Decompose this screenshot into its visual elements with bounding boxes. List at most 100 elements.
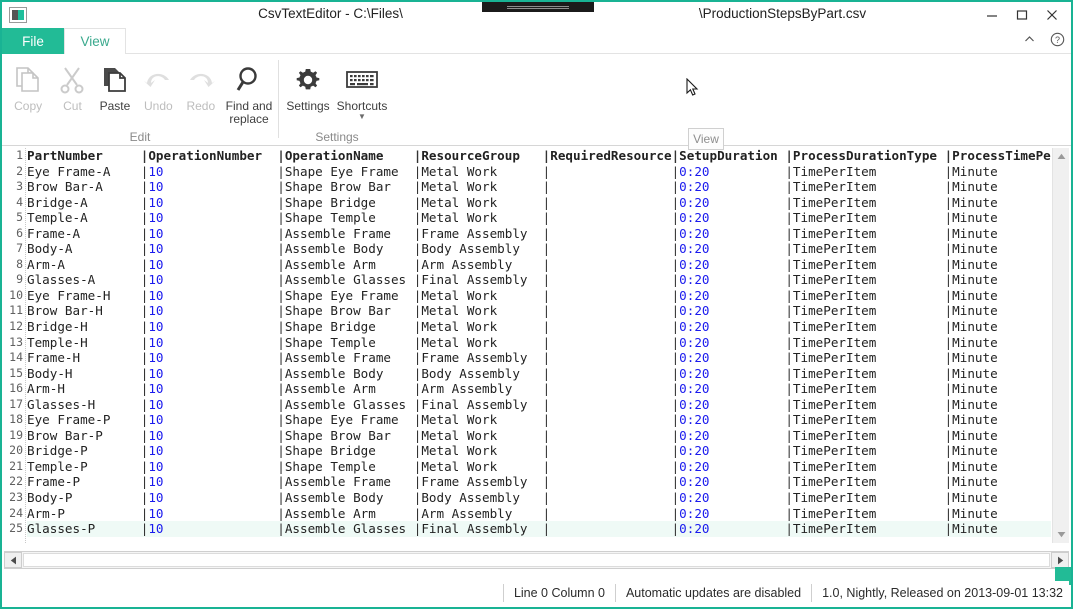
csv-cell: 0:20 [679,163,786,179]
csv-data-row[interactable]: Arm-H |10 |Assemble Arm |Arm Assembly | … [27,381,1051,397]
csv-cell [550,428,671,443]
column-separator: | [277,303,285,319]
csv-data-row[interactable]: Eye Frame-P |10 |Shape Eye Frame |Metal … [27,412,1051,428]
csv-cell: 10 [148,194,278,210]
line-number: 1 [16,148,23,162]
csv-cell: Shape Brow Bar [284,427,414,443]
csv-cell: 0:20 [679,505,786,521]
csv-cell: Eye Frame-H [27,287,141,303]
line-number: 12 [9,319,23,334]
csv-header-row[interactable]: PartNumber |OperationNumber |OperationNa… [27,148,1051,164]
find-and-replace-button[interactable]: Find and replace [222,54,276,126]
column-separator: | [785,521,793,537]
csv-cell: Minute [952,381,998,397]
csv-data-row[interactable]: Bridge-A |10 |Shape Bridge |Metal Work |… [27,195,1051,211]
csv-cell: TimePerItem [792,427,945,443]
csv-cell: Shape Temple [284,210,414,226]
column-separator: | [785,505,793,521]
horizontal-scrollbar[interactable] [4,551,1069,569]
close-button[interactable] [1037,4,1067,26]
csv-data-row[interactable]: Frame-H |10 |Assemble Frame |Frame Assem… [27,350,1051,366]
csv-data-row[interactable]: Arm-A |10 |Assemble Arm |Arm Assembly | … [27,257,1051,273]
csv-data-row[interactable]: Body-H |10 |Assemble Body |Body Assembly… [27,366,1051,382]
column-separator: | [785,458,793,474]
csv-cell: Eye Frame-A [27,163,141,179]
tab-view[interactable]: View [64,28,126,54]
csv-cell: Assemble Frame [284,474,414,490]
csv-data-row[interactable]: Glasses-A |10 |Assemble Glasses |Final A… [27,272,1051,288]
scroll-up-arrow-icon[interactable] [1053,148,1069,165]
csv-data-row[interactable]: Eye Frame-A |10 |Shape Eye Frame |Metal … [27,164,1051,180]
column-separator: | [785,319,793,335]
csv-data-row[interactable]: Frame-A |10 |Assemble Frame |Frame Assem… [27,226,1051,242]
csv-cell: Metal Work [421,287,543,303]
csv-data-row[interactable]: Eye Frame-H |10 |Shape Eye Frame |Metal … [27,288,1051,304]
csv-cell: Arm-A [27,256,141,272]
collapse-ribbon-icon[interactable] [1019,30,1039,48]
horizontal-scrollbar-track[interactable] [23,553,1050,567]
csv-cell: 0:20 [679,350,786,366]
csv-cell [550,210,671,225]
csv-cell [550,474,671,489]
csv-cell: 10 [148,179,278,195]
csv-cell [550,459,671,474]
chevron-down-icon[interactable]: ▼ [358,113,366,121]
vertical-scrollbar[interactable] [1052,148,1069,543]
csv-data-row[interactable]: Glasses-P |10 |Assemble Glasses |Final A… [27,521,1051,537]
csv-cell: 0:20 [679,365,786,381]
undo-button[interactable]: Undo [137,54,179,113]
csv-data-row[interactable]: Bridge-P |10 |Shape Bridge |Metal Work |… [27,443,1051,459]
line-number: 17 [9,396,23,411]
csv-cell [550,335,671,350]
csv-data-row[interactable]: Temple-P |10 |Shape Temple |Metal Work |… [27,459,1051,475]
csv-cell: Metal Work [421,163,543,179]
csv-data-row[interactable]: Bridge-H |10 |Shape Bridge |Metal Work |… [27,319,1051,335]
settings-button[interactable]: Settings [282,54,334,113]
csv-data-row[interactable]: Brow Bar-A |10 |Shape Brow Bar |Metal Wo… [27,179,1051,195]
csv-data-row[interactable]: Brow Bar-P |10 |Shape Brow Bar |Metal Wo… [27,428,1051,444]
csv-cell: 10 [148,521,278,537]
column-separator: | [785,272,793,288]
csv-cell: TimePerItem [792,225,945,241]
copy-button[interactable]: Copy [4,54,52,113]
csv-text-content[interactable]: PartNumber |OperationNumber |OperationNa… [27,148,1051,543]
csv-cell: Arm Assembly [421,381,543,397]
help-icon[interactable]: ? [1047,30,1067,48]
csv-data-row[interactable]: Body-A |10 |Assemble Body |Body Assembly… [27,241,1051,257]
scroll-right-arrow-icon[interactable] [1051,552,1069,568]
scroll-down-arrow-icon[interactable] [1053,526,1069,543]
maximize-button[interactable] [1007,4,1037,26]
scroll-left-arrow-icon[interactable] [4,552,22,568]
shortcuts-button[interactable]: Shortcuts ▼ [334,54,390,121]
csv-data-row[interactable]: Brow Bar-H |10 |Shape Brow Bar |Metal Wo… [27,303,1051,319]
column-separator: | [277,179,285,195]
tab-file-label: File [22,33,44,49]
csv-editor[interactable]: 1 2 3 4 5 6 7 8 9 10 11 12 13 14 15 16 17 18 19 20 21 22 23 24 2… [4,148,1069,543]
csv-cell: Bridge-P [27,443,141,459]
csv-cell: Glasses-P [27,521,141,537]
status-updates: Automatic updates are disabled [614,584,811,602]
csv-data-row[interactable]: Arm-P |10 |Assemble Arm |Arm Assembly | … [27,506,1051,522]
csv-cell [550,521,671,536]
column-separator: | [785,225,793,241]
csv-data-row[interactable]: Temple-H |10 |Shape Temple |Metal Work |… [27,335,1051,351]
csv-cell: Minute [952,521,998,537]
csv-cell: Minute [952,427,998,443]
line-number-gutter: 1 2 3 4 5 6 7 8 9 10 11 12 13 14 15 16 17 18 19 20 21 22 23 24 2… [4,148,26,543]
minimize-button[interactable] [977,4,1007,26]
csv-data-row[interactable]: Frame-P |10 |Assemble Frame |Frame Assem… [27,474,1051,490]
csv-cell: Body Assembly [421,490,543,506]
redo-button[interactable]: Redo [180,54,222,113]
tab-file[interactable]: File [2,28,64,54]
csv-cell: 0:20 [679,381,786,397]
line-number: 8 [16,256,23,271]
csv-data-row[interactable]: Temple-A |10 |Shape Temple |Metal Work |… [27,210,1051,226]
cut-label: Cut [63,99,82,113]
csv-cell: 10 [148,396,278,412]
csv-cell: Minute [952,303,998,319]
paste-button[interactable]: Paste [93,54,137,113]
csv-data-row[interactable]: Glasses-H |10 |Assemble Glasses |Final A… [27,397,1051,413]
cut-button[interactable]: Cut [52,54,93,113]
csv-data-row[interactable]: Body-P |10 |Assemble Body |Body Assembly… [27,490,1051,506]
column-separator: | [277,194,285,210]
